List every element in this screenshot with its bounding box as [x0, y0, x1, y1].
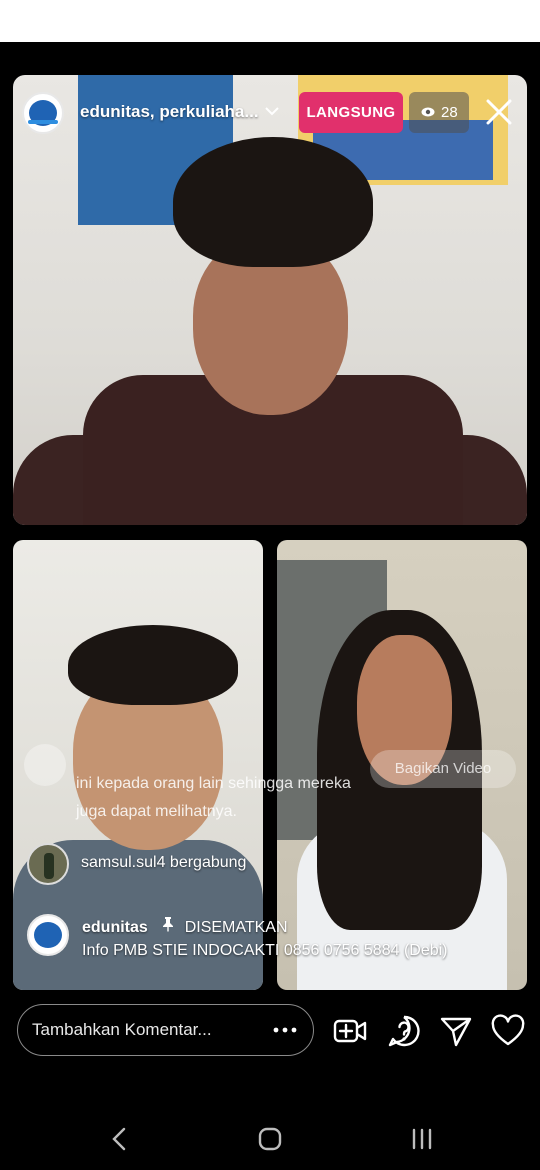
comment-input[interactable]: [32, 1017, 252, 1043]
recents-icon[interactable]: [402, 1124, 442, 1154]
host-video: [13, 75, 527, 525]
host-avatar[interactable]: [22, 92, 64, 134]
back-icon[interactable]: [100, 1124, 140, 1154]
live-header: edunitas, perkuliaha... LANGSUNG 28: [13, 88, 527, 140]
avatar[interactable]: [27, 914, 69, 956]
comment-composer[interactable]: [17, 1004, 314, 1056]
host-name[interactable]: edunitas, perkuliaha...: [80, 102, 259, 122]
viewer-count[interactable]: 28: [409, 92, 469, 133]
close-icon[interactable]: [483, 96, 515, 128]
chevron-down-icon[interactable]: [263, 102, 281, 120]
join-message: samsul.sul4 bergabung: [81, 854, 247, 871]
video-add-icon[interactable]: [332, 1013, 368, 1049]
home-icon[interactable]: [250, 1124, 290, 1154]
system-nav-bar: [0, 1108, 540, 1170]
share-video-button[interactable]: Bagikan Video: [370, 750, 516, 788]
pinned-username[interactable]: edunitas: [82, 919, 148, 936]
question-icon[interactable]: [386, 1013, 422, 1049]
heart-icon[interactable]: [490, 1013, 526, 1049]
more-icon[interactable]: [268, 1015, 302, 1045]
faded-comment: ini kepada orang lain sehingga mereka ju…: [76, 775, 351, 820]
send-icon: [24, 744, 66, 786]
pinned-comment-text: Info PMB STIE INDOCAKTI 0856 0756 5884 (…: [82, 942, 448, 959]
pinned-comment-header: edunitas DISEMATKAN: [82, 916, 288, 937]
status-bar: [0, 0, 540, 42]
send-icon[interactable]: [438, 1013, 474, 1049]
live-badge: LANGSUNG: [299, 92, 403, 133]
eye-icon: [421, 107, 435, 117]
pinned-label: DISEMATKAN: [184, 919, 288, 936]
pin-icon: [163, 917, 174, 932]
avatar[interactable]: [27, 843, 69, 885]
viewer-count-value: 28: [441, 104, 458, 121]
